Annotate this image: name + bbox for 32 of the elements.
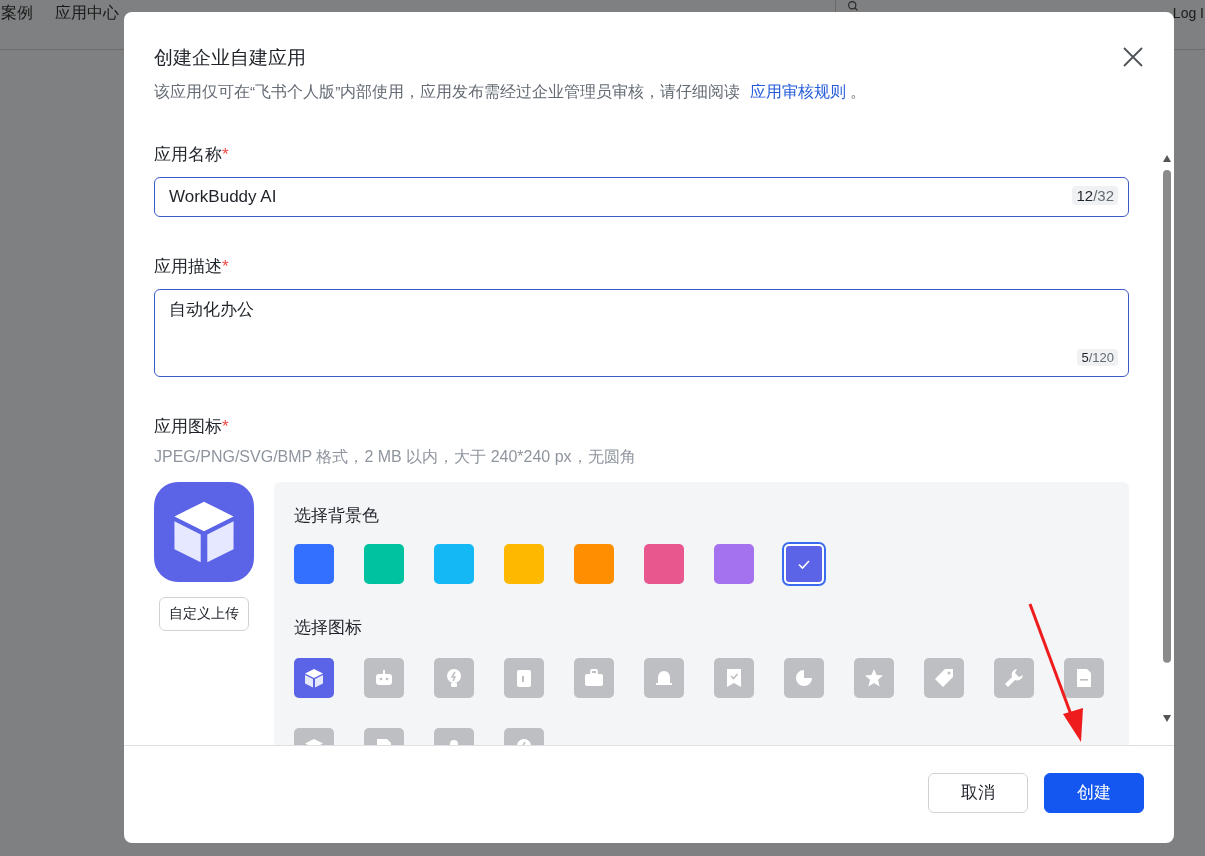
review-rules-link[interactable]: 应用审核规则 [750, 83, 847, 100]
cube-icon [172, 500, 236, 564]
dialog-title: 创建企业自建应用 [154, 46, 306, 70]
custom-upload-button[interactable]: 自定义上传 [159, 597, 249, 631]
character-counter: 5/120 [1077, 349, 1118, 366]
field-label: 应用名称* [154, 144, 230, 166]
section-title: 选择图标 [294, 617, 363, 639]
nav-link[interactable]: 应用中心 [55, 0, 119, 26]
field-label: 应用描述* [154, 256, 230, 278]
name-field[interactable]: WorkBuddy AI 12/32 [154, 177, 1129, 217]
nav-link[interactable]: 案例 [1, 0, 33, 26]
format-hint: JPEG/PNG/SVG/BMP 格式，2 MB 以内，大于 240*240 px，无圆角 [154, 447, 637, 467]
create-button[interactable]: 创建 [1044, 772, 1144, 813]
color-swatch[interactable] [434, 544, 474, 584]
close-icon[interactable] [1122, 46, 1144, 68]
field-label: 应用图标* [154, 416, 230, 438]
section-title: 选择背景色 [294, 505, 380, 527]
color-swatch[interactable] [714, 544, 754, 584]
color-swatch[interactable] [294, 544, 334, 584]
icon-option[interactable] [294, 658, 334, 698]
cancel-button[interactable]: 取消 [928, 772, 1028, 813]
color-swatch[interactable] [364, 544, 404, 584]
login-link[interactable]: Log I [1172, 0, 1204, 26]
search-icon [847, 1, 858, 11]
description-field[interactable]: 自动化办公 5/120 [154, 289, 1129, 377]
cube-icon [302, 666, 326, 690]
color-swatch[interactable] [644, 544, 684, 584]
dialog-subtitle: 该应用仅可在“飞书个人版”内部使用，应用发布需经过企业管理员审核，请仔细阅读 应用审核规则 。 [154, 82, 868, 102]
color-swatch[interactable] [504, 544, 544, 584]
color-swatch[interactable] [574, 544, 614, 584]
color-swatch[interactable] [784, 544, 824, 584]
character-counter: 12/32 [1072, 186, 1118, 205]
